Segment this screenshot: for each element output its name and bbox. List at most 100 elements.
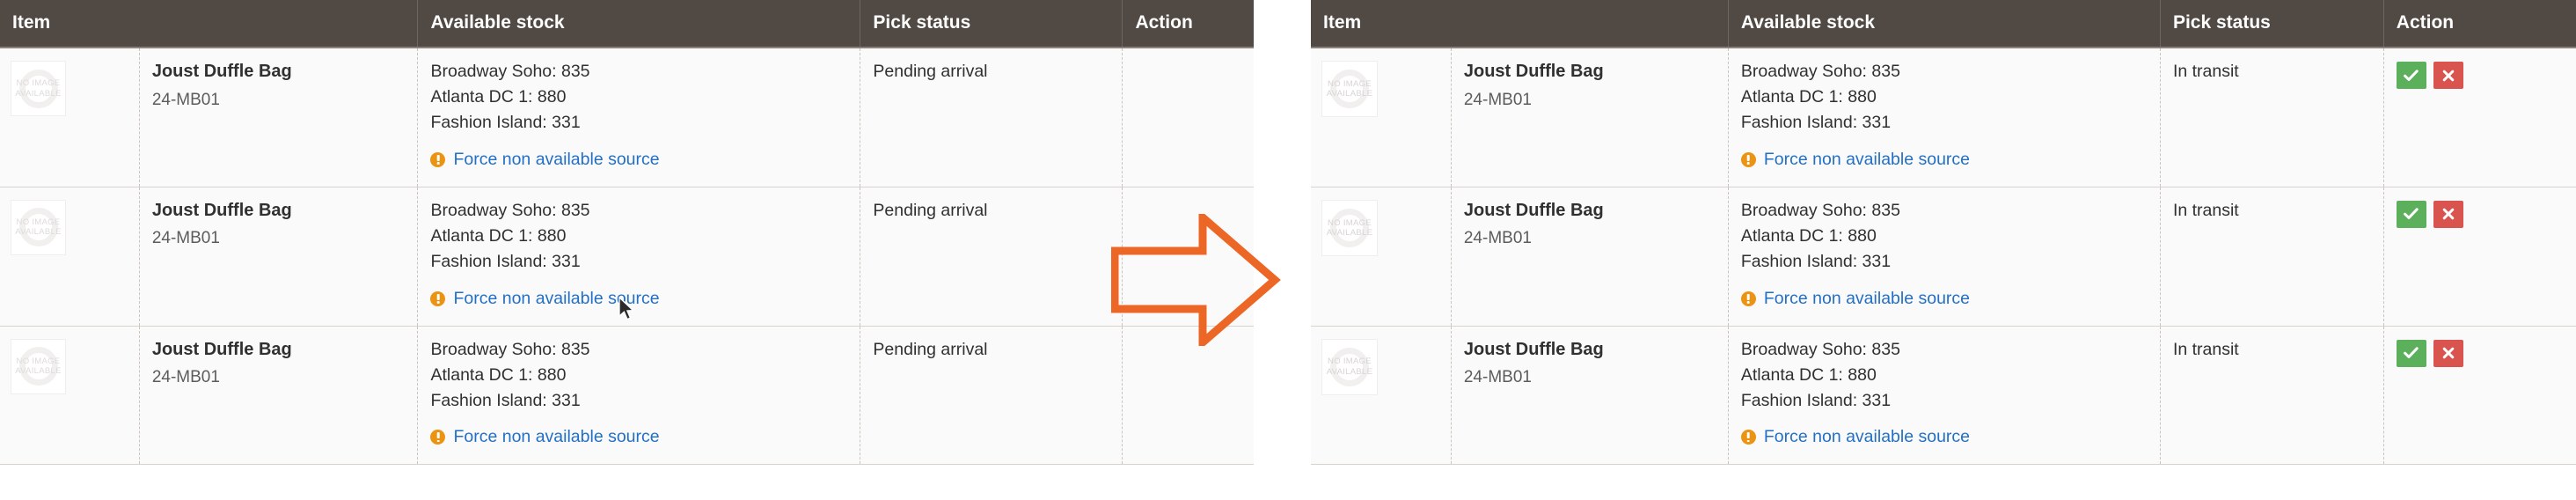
panel-gutter — [1254, 0, 1288, 500]
after-table-container: Item Available stock Pick status Action … — [1311, 0, 2576, 500]
column-header-available-stock[interactable]: Available stock — [1728, 0, 2161, 48]
product-thumbnail-cell: NO IMAGE AVAILABLE — [0, 326, 140, 466]
force-non-available-source-row: Force non available source — [1740, 149, 2148, 171]
warning-circle-icon — [1740, 151, 1756, 167]
column-header-item[interactable]: Item — [0, 0, 419, 48]
table-row: NO IMAGE AVAILABLE Joust Duffle Bag 24-M… — [1311, 48, 2576, 188]
product-thumbnail-cell: NO IMAGE AVAILABLE — [1311, 326, 1452, 466]
force-non-available-source-link[interactable]: Force non available source — [453, 426, 659, 448]
no-image-label: NO IMAGE AVAILABLE — [15, 217, 62, 237]
column-header-available-stock[interactable]: Available stock — [417, 0, 861, 48]
table-row: NO IMAGE AVAILABLE Joust Duffle Bag 24-M… — [1311, 187, 2576, 327]
cross-icon — [2442, 347, 2455, 359]
stock-line: Atlanta DC 1: 880 — [1740, 364, 1877, 385]
stock-line: Broadway Soho: 835 — [430, 339, 590, 359]
product-image-placeholder: NO IMAGE AVAILABLE — [1321, 61, 1378, 117]
status-badge: In transit — [2172, 339, 2239, 359]
no-image-line2: AVAILABLE — [15, 227, 62, 238]
reject-button[interactable] — [2433, 200, 2463, 228]
reject-button[interactable] — [2433, 339, 2463, 367]
stock-line: Broadway Soho: 835 — [1740, 200, 1900, 220]
product-image-placeholder: NO IMAGE AVAILABLE — [11, 199, 66, 255]
column-header-action[interactable]: Action — [1122, 0, 1254, 48]
force-non-available-source-link[interactable]: Force non available source — [453, 288, 659, 310]
warning-circle-icon — [1740, 430, 1756, 445]
product-info-cell: Joust Duffle Bag 24-MB01 — [1451, 187, 1729, 327]
no-image-label: NO IMAGE AVAILABLE — [1327, 357, 1373, 376]
product-sku: 24-MB01 — [1463, 229, 1532, 248]
no-image-label: NO IMAGE AVAILABLE — [1327, 218, 1373, 238]
product-name: Joust Duffle Bag — [151, 62, 292, 81]
product-image-placeholder: NO IMAGE AVAILABLE — [11, 61, 66, 116]
stock-line: Broadway Soho: 835 — [430, 62, 590, 81]
stock-line: Broadway Soho: 835 — [1740, 339, 1900, 359]
product-name: Joust Duffle Bag — [1463, 62, 1604, 81]
force-non-available-source-link[interactable]: Force non available source — [453, 149, 659, 171]
table-row: NO IMAGE AVAILABLE Joust Duffle Bag 24-M… — [1311, 326, 2576, 466]
no-image-line2: AVAILABLE — [15, 366, 62, 377]
product-name: Joust Duffle Bag — [1463, 200, 1604, 220]
product-info-cell: Joust Duffle Bag 24-MB01 — [139, 48, 419, 188]
status-badge: Pending arrival — [873, 339, 988, 359]
no-image-label: NO IMAGE AVAILABLE — [1327, 79, 1373, 99]
product-sku: 24-MB01 — [1463, 368, 1532, 387]
column-header-pick-status[interactable]: Pick status — [860, 0, 1123, 48]
stock-line: Atlanta DC 1: 880 — [430, 364, 567, 385]
status-badge: In transit — [2172, 200, 2239, 220]
table-row: NO IMAGE AVAILABLE Joust Duffle Bag 24-M… — [0, 187, 1254, 327]
stock-line: Broadway Soho: 835 — [430, 200, 590, 220]
no-image-label: NO IMAGE AVAILABLE — [15, 357, 62, 376]
pick-status-cell: In transit — [2160, 187, 2384, 327]
product-info-cell: Joust Duffle Bag 24-MB01 — [1451, 326, 1729, 466]
warning-circle-icon — [1740, 290, 1756, 306]
action-buttons-group — [2396, 61, 2564, 89]
product-sku: 24-MB01 — [151, 90, 220, 109]
force-non-available-source-link[interactable]: Force non available source — [1764, 426, 1970, 448]
available-stock-cell: Broadway Soho: 835 Atlanta DC 1: 880 Fas… — [417, 326, 861, 466]
column-header-item[interactable]: Item — [1311, 0, 1729, 48]
check-icon — [2404, 208, 2419, 220]
column-header-pick-status[interactable]: Pick status — [2160, 0, 2384, 48]
stock-line: Broadway Soho: 835 — [1740, 62, 1900, 81]
no-image-line1: NO IMAGE — [16, 356, 61, 366]
shipment-items-table-before: Item Available stock Pick status Action … — [0, 0, 1254, 466]
force-non-available-source-link[interactable]: Force non available source — [1764, 288, 1970, 310]
accept-button[interactable] — [2396, 200, 2426, 228]
status-badge: In transit — [2172, 62, 2239, 81]
product-image-placeholder: NO IMAGE AVAILABLE — [1321, 199, 1378, 256]
after-panel: Item Available stock Pick status Action … — [1288, 0, 2576, 500]
stock-line: Fashion Island: 331 — [430, 251, 581, 271]
action-cell — [1122, 48, 1254, 188]
no-image-line1: NO IMAGE — [1328, 217, 1372, 228]
product-info-cell: Joust Duffle Bag 24-MB01 — [1451, 48, 1729, 188]
warning-circle-icon — [430, 430, 446, 445]
force-non-available-source-row: Force non available source — [430, 288, 847, 310]
accept-button[interactable] — [2396, 339, 2426, 367]
table-row: NO IMAGE AVAILABLE Joust Duffle Bag 24-M… — [0, 326, 1254, 466]
shipment-items-table-after: Item Available stock Pick status Action … — [1311, 0, 2576, 466]
action-buttons-group — [2396, 339, 2564, 367]
available-stock-cell: Broadway Soho: 835 Atlanta DC 1: 880 Fas… — [417, 48, 861, 188]
header-row: Item Available stock Pick status Action — [1311, 0, 2576, 48]
accept-button[interactable] — [2396, 62, 2426, 89]
comparison-stage: Item Available stock Pick status Action … — [0, 0, 2576, 500]
product-thumbnail-cell: NO IMAGE AVAILABLE — [1311, 48, 1452, 188]
stock-line: Atlanta DC 1: 880 — [1740, 225, 1877, 246]
stock-line: Atlanta DC 1: 880 — [430, 225, 567, 246]
no-image-line1: NO IMAGE — [16, 78, 61, 89]
table-body-before: NO IMAGE AVAILABLE Joust Duffle Bag 24-M… — [0, 48, 1254, 466]
stock-line: Fashion Island: 331 — [430, 390, 581, 410]
force-non-available-source-row: Force non available source — [1740, 426, 2148, 448]
no-image-line2: AVAILABLE — [15, 88, 62, 99]
product-thumbnail-cell: NO IMAGE AVAILABLE — [0, 48, 140, 188]
column-header-action[interactable]: Action — [2383, 0, 2576, 48]
no-image-label: NO IMAGE AVAILABLE — [15, 78, 62, 98]
warning-circle-icon — [430, 290, 446, 306]
action-cell — [1122, 187, 1254, 327]
reject-button[interactable] — [2433, 62, 2463, 89]
no-image-line1: NO IMAGE — [1328, 357, 1372, 367]
force-non-available-source-link[interactable]: Force non available source — [1764, 149, 1970, 171]
force-non-available-source-row: Force non available source — [430, 426, 847, 448]
no-image-line1: NO IMAGE — [16, 217, 61, 228]
force-non-available-source-row: Force non available source — [430, 149, 847, 171]
